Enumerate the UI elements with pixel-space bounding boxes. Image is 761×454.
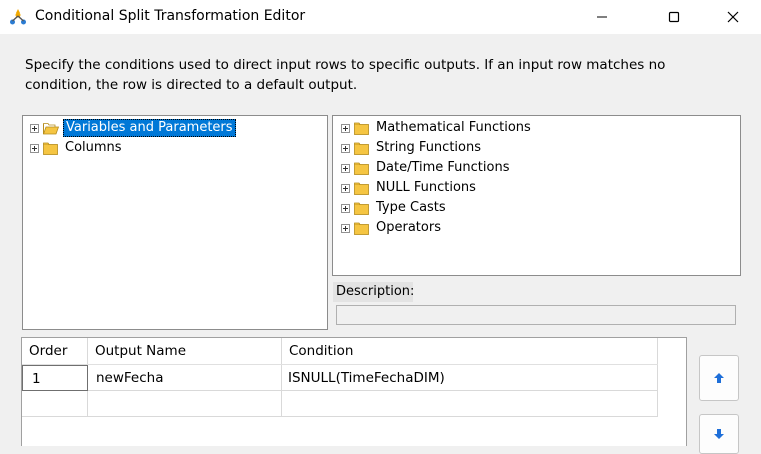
tree-item-label: Operators bbox=[376, 220, 441, 235]
condition-cell[interactable]: ISNULL(TimeFechaDIM) bbox=[282, 365, 658, 391]
ssis-transform-icon bbox=[9, 8, 27, 26]
tree-item-columns[interactable]: Columns bbox=[30, 139, 124, 157]
description-field bbox=[336, 305, 736, 325]
expand-icon[interactable] bbox=[341, 203, 350, 213]
expand-icon[interactable] bbox=[341, 163, 350, 173]
close-button[interactable] bbox=[710, 0, 756, 34]
arrow-up-icon bbox=[714, 373, 724, 383]
conditions-grid[interactable]: Order Output Name Condition 1 newFecha I… bbox=[21, 337, 687, 446]
condition-cell[interactable] bbox=[282, 391, 658, 417]
tree-item-label: Date/Time Functions bbox=[376, 160, 510, 175]
output-name-cell[interactable]: newFecha bbox=[88, 365, 282, 391]
tree-item-label: String Functions bbox=[376, 140, 481, 155]
tree-item-null-functions[interactable]: NULL Functions bbox=[341, 179, 478, 197]
tree-item-label: NULL Functions bbox=[376, 180, 476, 195]
functions-tree[interactable]: Mathematical Functions String Functions … bbox=[332, 115, 741, 276]
description-label: Description: bbox=[333, 282, 414, 302]
move-down-button[interactable] bbox=[699, 414, 739, 454]
folder-icon bbox=[354, 202, 369, 215]
tree-item-label: Columns bbox=[65, 140, 122, 155]
output-name-cell[interactable] bbox=[88, 391, 282, 417]
grid-header: Order Output Name Condition bbox=[22, 338, 658, 365]
expand-icon[interactable] bbox=[30, 143, 39, 153]
folder-icon bbox=[354, 162, 369, 175]
column-header-condition[interactable]: Condition bbox=[282, 338, 658, 364]
folder-icon bbox=[354, 222, 369, 235]
folder-icon bbox=[354, 142, 369, 155]
folder-open-icon bbox=[43, 122, 59, 134]
table-row[interactable] bbox=[22, 391, 658, 417]
tree-item-mathematical-functions[interactable]: Mathematical Functions bbox=[341, 119, 533, 137]
title-bar: Conditional Split Transformation Editor bbox=[0, 0, 761, 34]
arrow-down-icon bbox=[714, 429, 724, 439]
tree-item-variables-and-parameters[interactable]: Variables and Parameters bbox=[30, 119, 236, 137]
expand-icon[interactable] bbox=[341, 223, 350, 233]
tree-item-operators[interactable]: Operators bbox=[341, 219, 443, 237]
folder-icon bbox=[43, 142, 58, 155]
instructions-text: Specify the conditions used to direct in… bbox=[25, 57, 666, 93]
tree-item-label: Mathematical Functions bbox=[376, 120, 531, 135]
window-title: Conditional Split Transformation Editor bbox=[35, 8, 306, 24]
tree-item-string-functions[interactable]: String Functions bbox=[341, 139, 483, 157]
expand-icon[interactable] bbox=[30, 123, 39, 133]
tree-item-type-casts[interactable]: Type Casts bbox=[341, 199, 448, 217]
table-row[interactable]: 1 newFecha ISNULL(TimeFechaDIM) bbox=[22, 365, 658, 391]
column-header-output-name[interactable]: Output Name bbox=[88, 338, 282, 364]
maximize-button[interactable] bbox=[651, 0, 697, 34]
expand-icon[interactable] bbox=[341, 183, 350, 193]
variables-columns-tree[interactable]: Variables and Parameters Columns bbox=[22, 115, 328, 330]
tree-item-label: Type Casts bbox=[376, 200, 446, 215]
column-header-order[interactable]: Order bbox=[22, 338, 88, 364]
order-cell[interactable] bbox=[22, 391, 88, 417]
folder-icon bbox=[354, 122, 369, 135]
minimize-button[interactable] bbox=[579, 0, 625, 34]
expand-icon[interactable] bbox=[341, 143, 350, 153]
move-up-button[interactable] bbox=[699, 355, 739, 401]
order-cell[interactable]: 1 bbox=[22, 365, 88, 391]
expand-icon[interactable] bbox=[341, 123, 350, 133]
tree-item-label: Variables and Parameters bbox=[63, 119, 236, 137]
tree-item-datetime-functions[interactable]: Date/Time Functions bbox=[341, 159, 511, 177]
folder-icon bbox=[354, 182, 369, 195]
